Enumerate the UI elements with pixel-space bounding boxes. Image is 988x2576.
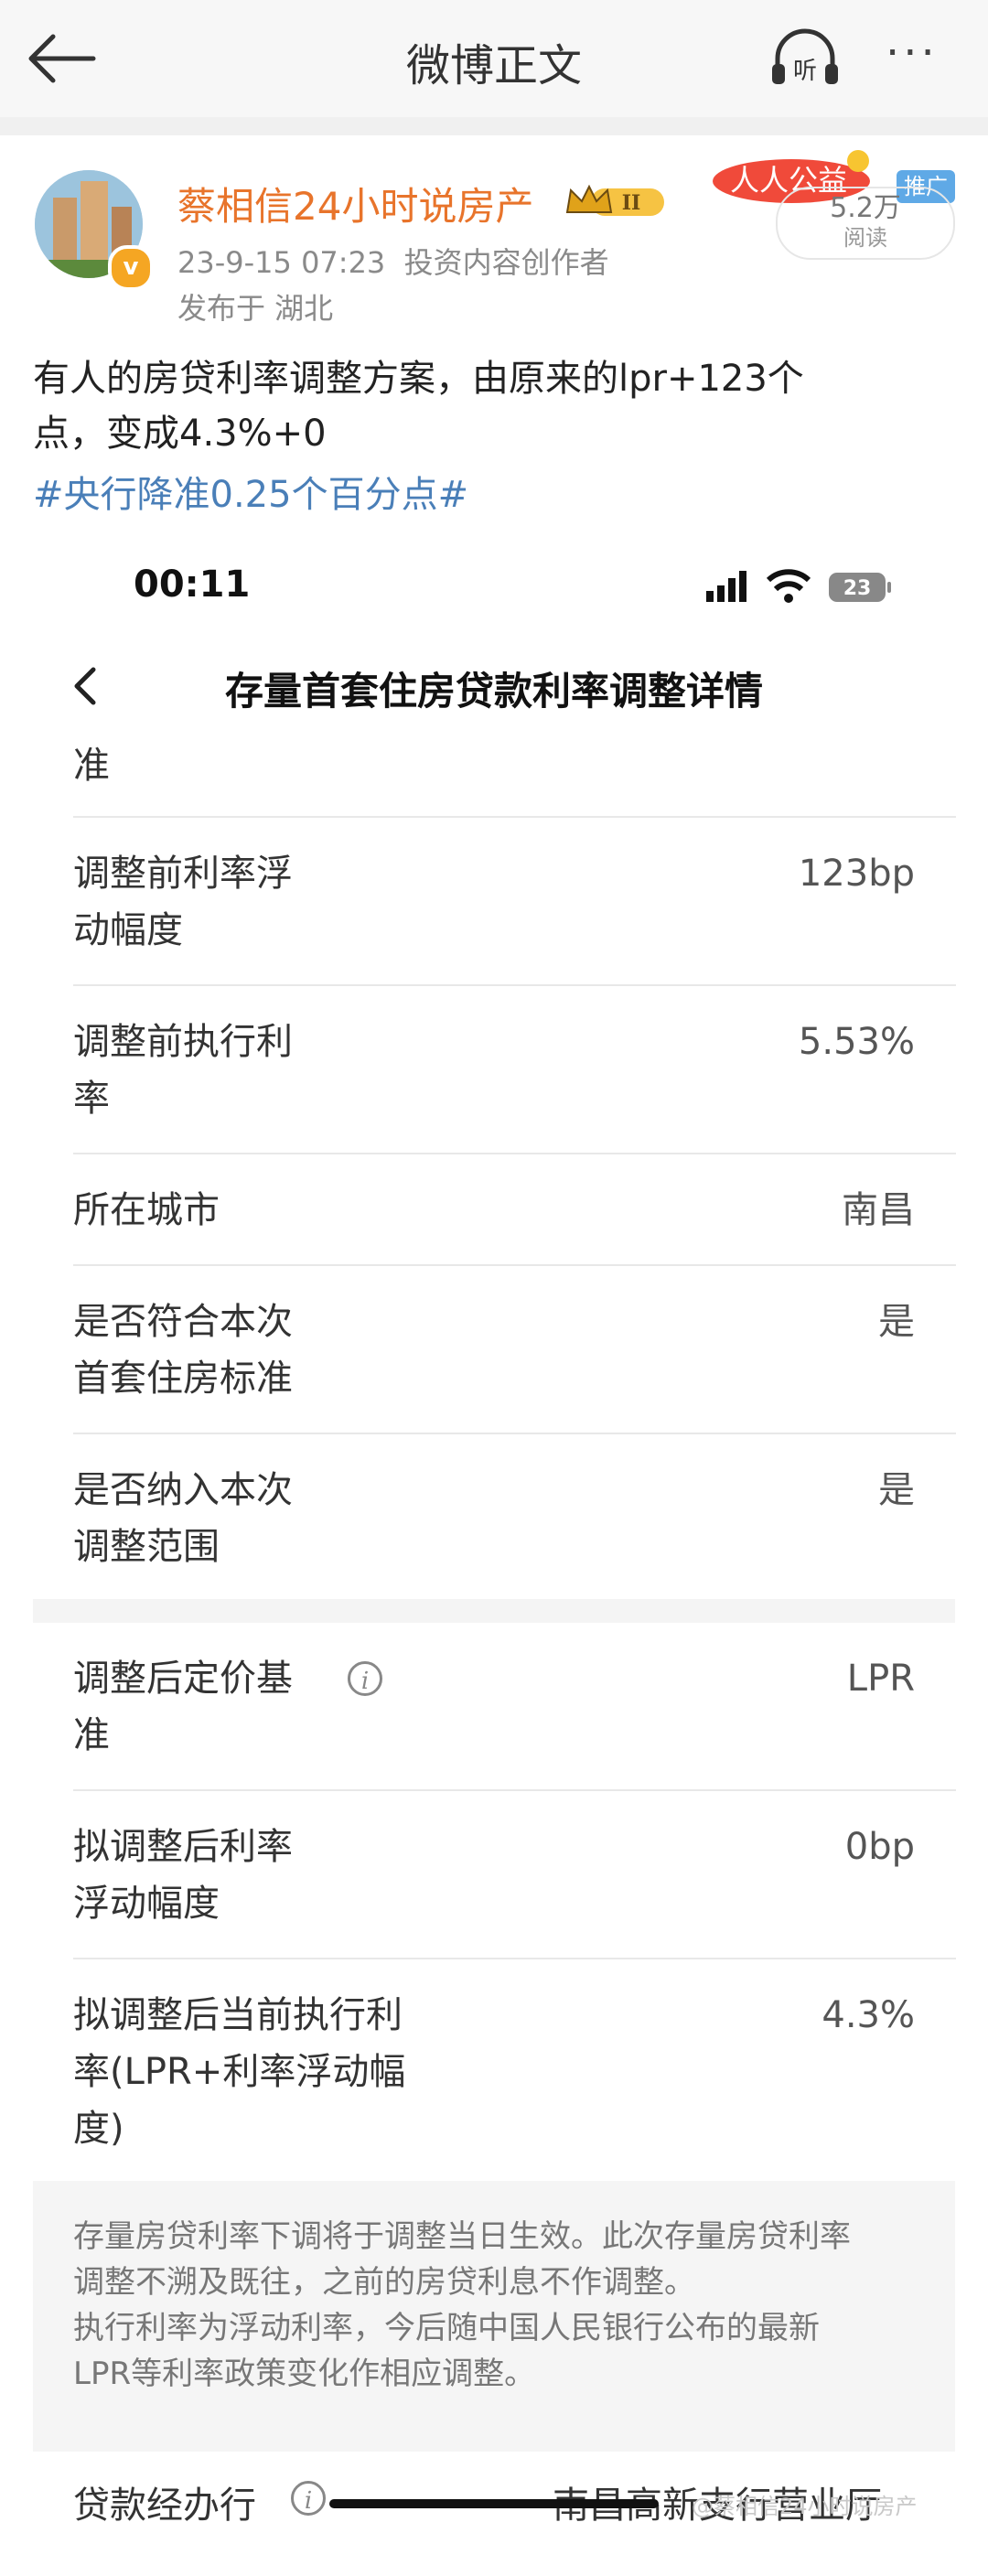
row-label: 所在城市 [73, 1189, 220, 1231]
divider [73, 1264, 956, 1266]
post-text-line: 点，变成4.3%+0 [33, 413, 327, 455]
crown-badge-icon: II [565, 184, 664, 216]
detail-page-title: 存量首套住房贷款利率调整详情 [224, 669, 763, 714]
divider [73, 1433, 956, 1434]
row-label-line: 浮动幅度 [73, 1883, 220, 1925]
more-options-button[interactable]: ··· [886, 27, 968, 82]
listen-button[interactable]: 听 [768, 26, 842, 93]
info-icon[interactable]: i [348, 1661, 382, 1696]
row-label-line: 是否符合本次 [73, 1301, 293, 1343]
row-label: 拟调整后当前执行利 率(LPR+利率浮动幅 度) [73, 1987, 494, 2157]
row-value: LPR [846, 1658, 915, 1700]
row-label: 拟调整后利率 浮动幅度 [73, 1819, 457, 1932]
row-label: 是否纳入本次 调整范围 [73, 1462, 457, 1575]
note-box: 存量房贷利率下调将于调整当日生效。此次存量房贷利率 调整不溯及既往，之前的房贷利… [33, 2181, 955, 2452]
headphones-icon: 听 [772, 28, 838, 85]
level-badge-text: II [622, 191, 641, 215]
listen-label: 听 [793, 58, 817, 85]
divider [73, 984, 956, 986]
partial-label: 准 [73, 745, 110, 787]
info-icon[interactable]: i [291, 2481, 326, 2516]
note-line: 存量房贷利率下调将于调整当日生效。此次存量房贷利率 [73, 2218, 851, 2255]
verified-badge-icon: v [108, 245, 154, 291]
row-value: 4.3% [822, 1994, 915, 2036]
top-nav-bar: 微博正文 听 ··· [0, 0, 988, 117]
post-location: 发布于 湖北 [177, 291, 334, 326]
row-value: 5.53% [798, 1021, 915, 1063]
read-label: 阅读 [843, 225, 887, 251]
row-label-line: 度) [73, 2108, 124, 2150]
section-gap [33, 1599, 955, 1623]
signal-icon [706, 571, 746, 602]
row-label-line: 动幅度 [73, 909, 183, 951]
row-value: 南昌 [842, 1189, 915, 1231]
row-value: 123bp [798, 853, 915, 895]
status-icons: 23 [706, 569, 891, 603]
row-label-line: 首套住房标准 [73, 1358, 293, 1400]
row-label-line: 拟调整后当前执行利 [73, 1994, 403, 2036]
row-label-line: 调整后定价基 [73, 1658, 293, 1700]
read-count-box: 5.2万 阅读 [776, 187, 955, 260]
row-label-line: 拟调整后利率 [73, 1826, 293, 1868]
divider [73, 1789, 956, 1791]
row-value: 0bp [844, 1826, 915, 1868]
row-value: 是 [878, 1301, 915, 1343]
status-time: 00:11 [134, 564, 251, 606]
watermark: @蔡相信24小时说房产 [692, 2494, 918, 2519]
row-label-line: 调整前利率浮 [73, 853, 293, 895]
bank-label: 贷款经办行 [73, 2485, 256, 2527]
row-label-line: 率(LPR+利率浮动幅 [73, 2051, 406, 2093]
divider [73, 816, 956, 818]
wifi-icon [766, 569, 811, 603]
hashtag-link[interactable]: #央行降准0.25个百分点# [33, 465, 468, 518]
row-label-line: 准 [73, 1714, 110, 1756]
post-meta: 23-9-15 07:23 投资内容创作者 [177, 240, 609, 282]
row-label-line: 率 [73, 1078, 110, 1120]
note-line: 调整不溯及既往，之前的房贷利息不作调整。 [73, 2264, 695, 2301]
row-label: 调整前执行利 率 [73, 1014, 457, 1127]
post-time: 23-9-15 07:23 [177, 245, 386, 280]
note-line: 执行利率为浮动利率，今后随中国人民银行公布的最新 [73, 2310, 820, 2346]
home-indicator [329, 2499, 659, 2508]
row-label: 调整前利率浮 动幅度 [73, 845, 457, 959]
row-label: 调整后定价基 准 [73, 1650, 457, 1764]
row-value: 是 [878, 1469, 915, 1511]
author-role: 投资内容创作者 [403, 245, 609, 280]
header-separator [0, 117, 988, 135]
row-label-line: 调整范围 [73, 1526, 220, 1568]
row-label: 是否符合本次 首套住房标准 [73, 1293, 457, 1407]
divider [73, 1153, 956, 1154]
row-label-line: 是否纳入本次 [73, 1469, 293, 1511]
battery-level: 23 [843, 577, 872, 600]
post-text-line: 有人的房贷利率调整方案，由原来的lpr+123个 [33, 358, 804, 400]
battery-icon: 23 [829, 573, 891, 602]
row-label-line: 调整前执行利 [73, 1021, 293, 1063]
note-line: LPR等利率政策变化作相应调整。 [73, 2356, 536, 2392]
author-name[interactable]: 蔡相信24小时说房产 [177, 176, 533, 231]
read-count: 5.2万 [830, 192, 901, 224]
divider [73, 1958, 956, 1959]
post-text: 有人的房贷利率调整方案，由原来的lpr+123个 点，变成4.3%+0 [33, 351, 948, 461]
